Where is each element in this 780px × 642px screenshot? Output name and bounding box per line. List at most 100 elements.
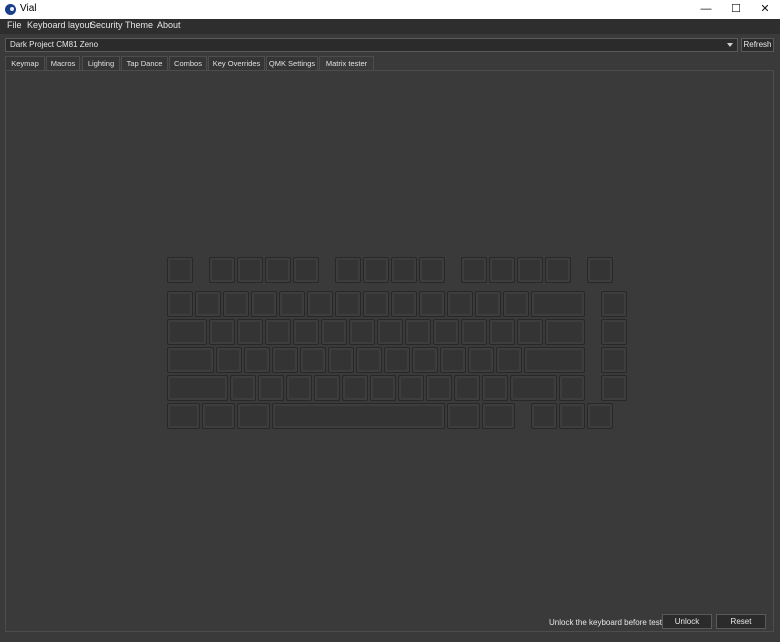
matrix-key: [370, 375, 396, 401]
tab-matrix-tester[interactable]: Matrix tester: [319, 56, 374, 71]
menu-file[interactable]: File: [7, 20, 22, 30]
minimize-icon[interactable]: —: [689, 0, 723, 19]
matrix-key: [482, 375, 508, 401]
matrix-key: [342, 375, 368, 401]
matrix-key: [510, 375, 557, 401]
matrix-key: [167, 291, 193, 317]
matrix-key: [391, 257, 417, 283]
matrix-key: [517, 257, 543, 283]
matrix-key: [237, 403, 270, 429]
matrix-key: [293, 319, 319, 345]
matrix-key: [328, 347, 354, 373]
matrix-key: [419, 291, 445, 317]
matrix-key: [531, 403, 557, 429]
matrix-key: [601, 347, 627, 373]
matrix-key: [559, 403, 585, 429]
tab-combos[interactable]: Combos: [169, 56, 207, 71]
matrix-key: [167, 319, 207, 345]
matrix-key: [587, 403, 613, 429]
matrix-key: [391, 291, 417, 317]
matrix-key: [258, 375, 284, 401]
chevron-down-icon: [727, 43, 733, 47]
matrix-key: [482, 403, 515, 429]
matrix-key: [286, 375, 312, 401]
matrix-key: [251, 291, 277, 317]
unlock-button[interactable]: Unlock: [662, 614, 712, 629]
matrix-key: [195, 291, 221, 317]
matrix-key: [545, 257, 571, 283]
matrix-key: [209, 257, 235, 283]
matrix-key: [209, 319, 235, 345]
matrix-key: [202, 403, 235, 429]
tab-lighting[interactable]: Lighting: [82, 56, 120, 71]
reset-button[interactable]: Reset: [716, 614, 766, 629]
matrix-key: [293, 257, 319, 283]
matrix-key: [475, 291, 501, 317]
close-icon[interactable]: ✕: [748, 0, 780, 19]
matrix-key: [314, 375, 340, 401]
matrix-key: [223, 291, 249, 317]
matrix-key: [426, 375, 452, 401]
matrix-key: [601, 291, 627, 317]
matrix-key: [468, 347, 494, 373]
matrix-key: [272, 347, 298, 373]
matrix-key: [461, 257, 487, 283]
matrix-key: [307, 291, 333, 317]
matrix-key: [244, 347, 270, 373]
matrix-key: [363, 257, 389, 283]
matrix-key: [447, 291, 473, 317]
tab-key-overrides[interactable]: Key Overrides: [208, 56, 265, 71]
matrix-key: [461, 319, 487, 345]
matrix-key: [167, 403, 200, 429]
matrix-key: [440, 347, 466, 373]
matrix-key: [489, 319, 515, 345]
matrix-key: [412, 347, 438, 373]
matrix-key: [377, 319, 403, 345]
window-title: Vial: [20, 3, 37, 14]
tab-qmk-settings[interactable]: QMK Settings: [266, 56, 318, 71]
unlock-status-text: Unlock the keyboard before testing:: [549, 618, 675, 627]
matrix-key: [398, 375, 424, 401]
matrix-key: [272, 403, 445, 429]
matrix-key: [496, 347, 522, 373]
matrix-key: [335, 291, 361, 317]
matrix-key: [601, 375, 627, 401]
matrix-key: [503, 291, 529, 317]
tab-tap-dance[interactable]: Tap Dance: [121, 56, 168, 71]
matrix-key: [167, 257, 193, 283]
matrix-key: [587, 257, 613, 283]
matrix-key: [524, 347, 585, 373]
matrix-key: [265, 319, 291, 345]
matrix-key: [531, 291, 585, 317]
title-bar: Vial — ☐ ✕: [0, 0, 780, 19]
device-name: Dark Project CM81 Zeno: [10, 40, 99, 49]
tab-keymap[interactable]: Keymap: [5, 56, 45, 71]
matrix-key: [517, 319, 543, 345]
menu-theme[interactable]: Theme: [125, 20, 153, 30]
matrix-key: [363, 291, 389, 317]
matrix-key: [321, 319, 347, 345]
matrix-key: [349, 319, 375, 345]
device-dropdown[interactable]: Dark Project CM81 Zeno: [5, 38, 738, 52]
matrix-key: [559, 375, 585, 401]
matrix-key: [279, 291, 305, 317]
vial-logo-icon: [5, 4, 16, 15]
matrix-key: [300, 347, 326, 373]
menu-about[interactable]: About: [157, 20, 181, 30]
matrix-key: [167, 347, 214, 373]
matrix-key: [237, 319, 263, 345]
refresh-button[interactable]: Refresh: [741, 38, 774, 52]
matrix-key: [447, 403, 480, 429]
menu-security[interactable]: Security: [90, 20, 123, 30]
matrix-key: [454, 375, 480, 401]
matrix-key: [216, 347, 242, 373]
matrix-key: [335, 257, 361, 283]
matrix-key: [545, 319, 585, 345]
menu-bar: File Keyboard layout Security Theme Abou…: [0, 19, 780, 34]
matrix-key: [384, 347, 410, 373]
matrix-key: [167, 375, 228, 401]
matrix-key: [405, 319, 431, 345]
matrix-key: [237, 257, 263, 283]
menu-keyboard-layout[interactable]: Keyboard layout: [27, 20, 92, 30]
tab-macros[interactable]: Macros: [46, 56, 80, 71]
